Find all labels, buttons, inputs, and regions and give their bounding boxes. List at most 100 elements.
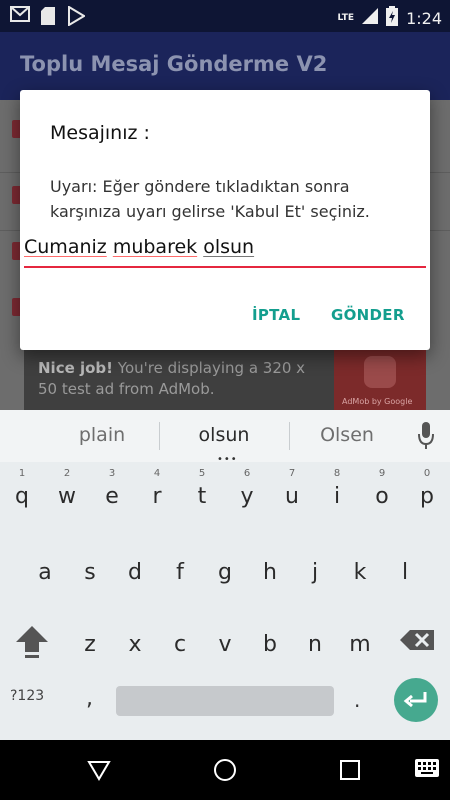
key-a[interactable]: a xyxy=(23,546,67,596)
key-label: c xyxy=(173,632,187,657)
admob-icon xyxy=(364,356,396,388)
suggestion-3[interactable]: Olsen xyxy=(272,424,422,446)
key-b[interactable]: b xyxy=(248,618,292,668)
admob-logo-text: AdMob by Google xyxy=(342,397,413,406)
key-label: m xyxy=(349,632,371,657)
key-label: d xyxy=(128,560,142,585)
soft-keyboard: plain olsun Olsen ••• 1q2w3e4r5t6y7u8i9o… xyxy=(0,410,450,740)
key-h[interactable]: h xyxy=(248,546,292,596)
key-s[interactable]: s xyxy=(68,546,112,596)
key-i[interactable]: 8i xyxy=(315,468,359,520)
app-title: Toplu Mesaj Gönderme V2 xyxy=(20,52,328,76)
key-label: p xyxy=(420,484,434,509)
key-u[interactable]: 7u xyxy=(270,468,314,520)
key-label: j xyxy=(311,560,319,585)
key-label: y xyxy=(240,484,254,509)
send-button[interactable]: GÖNDER xyxy=(331,306,405,324)
network-type-label: LTE xyxy=(337,13,355,23)
comma-key[interactable]: , xyxy=(86,686,93,711)
key-label: v xyxy=(218,632,232,657)
key-label: q xyxy=(15,484,29,509)
message-input[interactable]: Cumaniz mubarek olsun xyxy=(24,236,424,268)
key-label: b xyxy=(263,632,277,657)
ad-text: Nice job! You're displaying a 320 x 50 t… xyxy=(38,359,306,398)
key-label: k xyxy=(353,560,367,585)
key-x[interactable]: x xyxy=(113,618,157,668)
key-label: r xyxy=(152,484,162,509)
battery-icon xyxy=(386,6,399,30)
key-n[interactable]: n xyxy=(293,618,337,668)
key-label: w xyxy=(58,484,76,509)
key-hint: 3 xyxy=(108,468,116,479)
input-word: mubarek xyxy=(112,236,198,258)
key-e[interactable]: 3e xyxy=(90,468,134,520)
key-hint: 2 xyxy=(63,468,71,479)
key-hint: 9 xyxy=(378,468,386,479)
input-underline xyxy=(24,266,426,268)
key-label: i xyxy=(333,484,341,509)
key-p[interactable]: 0p xyxy=(405,468,449,520)
admob-logo: AdMob by Google xyxy=(334,350,426,410)
key-f[interactable]: f xyxy=(158,546,202,596)
key-label: a xyxy=(38,560,52,585)
key-hint: 0 xyxy=(423,468,431,479)
period-key[interactable]: . xyxy=(354,688,360,712)
space-key[interactable] xyxy=(116,686,334,716)
key-q[interactable]: 1q xyxy=(0,468,44,520)
back-icon[interactable] xyxy=(87,758,111,782)
key-hint: 5 xyxy=(198,468,206,479)
suggestion-strip: plain olsun Olsen ••• xyxy=(0,410,450,465)
key-label: h xyxy=(263,560,277,585)
key-hint: 8 xyxy=(333,468,341,479)
key-label: l xyxy=(401,560,409,585)
keyboard-switch-icon[interactable] xyxy=(414,758,440,782)
key-label: u xyxy=(285,484,299,509)
recents-icon[interactable] xyxy=(338,758,362,782)
key-l[interactable]: l xyxy=(383,546,427,596)
sd-card-icon xyxy=(38,6,58,26)
key-label: o xyxy=(375,484,389,509)
home-icon[interactable] xyxy=(213,758,237,782)
key-label: e xyxy=(105,484,119,509)
key-v[interactable]: v xyxy=(203,618,247,668)
key-y[interactable]: 6y xyxy=(225,468,269,520)
key-label: n xyxy=(308,632,322,657)
status-bar: LTE 1:24 xyxy=(0,0,450,32)
key-r[interactable]: 4r xyxy=(135,468,179,520)
navigation-bar xyxy=(0,740,450,800)
key-label: g xyxy=(218,560,232,585)
input-word: olsun xyxy=(203,236,255,258)
key-m[interactable]: m xyxy=(338,618,382,668)
play-store-icon xyxy=(66,5,86,27)
microphone-icon[interactable] xyxy=(418,422,434,450)
more-suggestions-icon[interactable]: ••• xyxy=(217,454,238,465)
key-k[interactable]: k xyxy=(338,546,382,596)
key-label: t xyxy=(197,484,207,509)
ad-banner[interactable]: Nice job! You're displaying a 320 x 50 t… xyxy=(24,350,426,410)
cancel-button[interactable]: İPTAL xyxy=(252,306,300,324)
key-hint: 6 xyxy=(243,468,251,479)
enter-key[interactable] xyxy=(394,678,438,722)
symbols-key[interactable]: ?123 xyxy=(10,688,44,704)
signal-icon xyxy=(362,8,379,28)
dialog-message: Uyarı: Eğer göndere tıkladıktan sonra ka… xyxy=(50,177,370,221)
key-c[interactable]: c xyxy=(158,618,202,668)
message-dialog: Mesajınız : Uyarı: Eğer göndere tıkladık… xyxy=(20,90,430,350)
key-w[interactable]: 2w xyxy=(45,468,89,520)
input-word: Cumaniz xyxy=(24,236,107,258)
key-g[interactable]: g xyxy=(203,546,247,596)
key-hint: 1 xyxy=(18,468,26,479)
shift-key[interactable] xyxy=(12,620,52,660)
key-t[interactable]: 5t xyxy=(180,468,224,520)
key-label: z xyxy=(84,632,96,657)
key-label: x xyxy=(128,632,142,657)
key-z[interactable]: z xyxy=(68,618,112,668)
gmail-icon xyxy=(10,6,30,26)
key-hint: 4 xyxy=(153,468,161,479)
key-label: f xyxy=(176,560,184,585)
key-label: s xyxy=(84,560,96,585)
backspace-key[interactable] xyxy=(398,620,438,660)
key-o[interactable]: 9o xyxy=(360,468,404,520)
key-j[interactable]: j xyxy=(293,546,337,596)
key-d[interactable]: d xyxy=(113,546,157,596)
